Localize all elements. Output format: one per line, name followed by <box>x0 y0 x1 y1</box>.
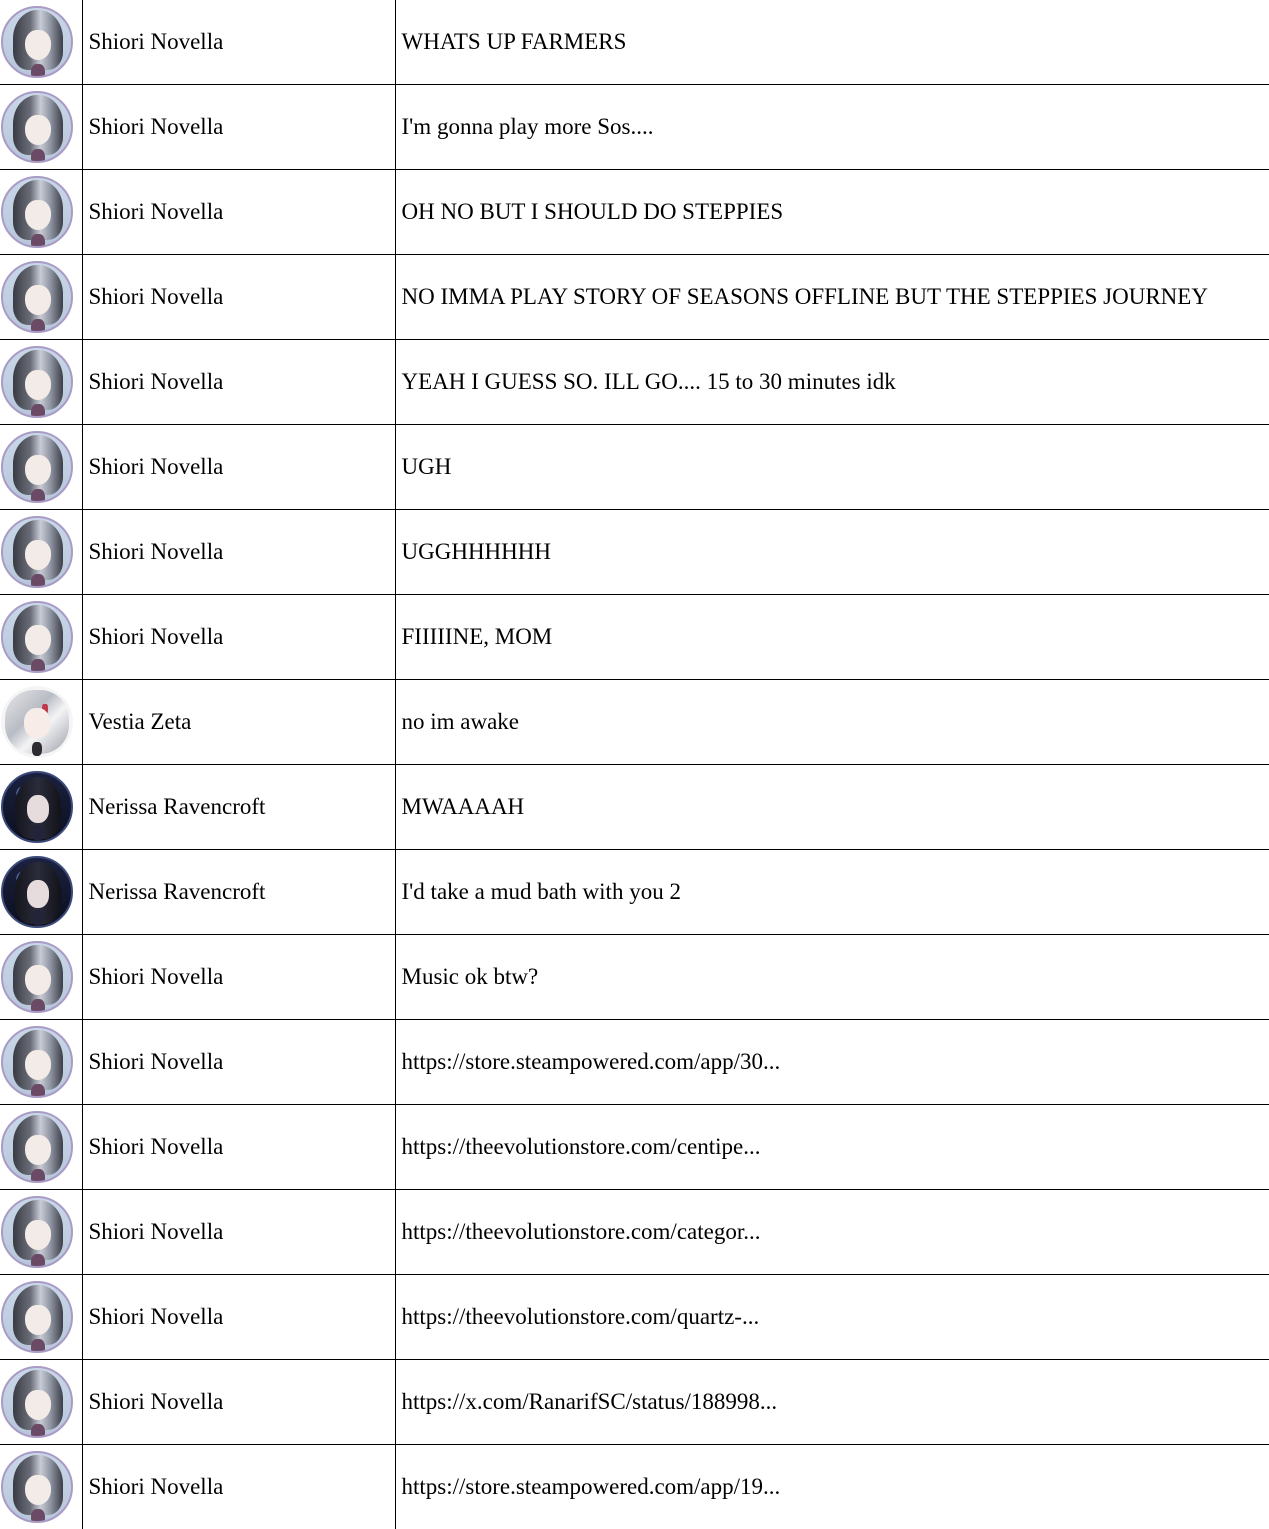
message-text: YEAH I GUESS SO. ILL GO.... 15 to 30 min… <box>394 339 1269 425</box>
avatar-cell <box>0 1189 83 1275</box>
author-name: Nerissa Ravencroft <box>81 764 396 850</box>
message-row: Nerissa Ravencroft I'd take a mud bath w… <box>0 849 1269 935</box>
chat-log-body: Shiori Novella WHATS UP FARMERS Shiori N… <box>0 0 1269 1529</box>
avatar-cell <box>0 764 83 850</box>
message-row: Shiori Novella NO IMMA PLAY STORY OF SEA… <box>0 254 1269 340</box>
avatar-cell <box>0 169 83 255</box>
shiori-avatar <box>1 1026 73 1098</box>
shiori-avatar <box>1 941 73 1013</box>
message-row: Shiori Novella https://theevolutionstore… <box>0 1189 1269 1275</box>
shiori-avatar <box>1 1196 73 1268</box>
message-text: WHATS UP FARMERS <box>394 0 1269 85</box>
avatar-cell <box>0 849 83 935</box>
nerissa-avatar <box>1 856 73 928</box>
message-text: FIIIIINE, MOM <box>394 594 1269 680</box>
avatar-cell <box>0 1444 83 1529</box>
author-name: Shiori Novella <box>81 594 396 680</box>
message-row: Shiori Novella UGGHHHHHH <box>0 509 1269 595</box>
avatar-cell <box>0 1274 83 1360</box>
nerissa-avatar <box>1 771 73 843</box>
author-name: Vestia Zeta <box>81 679 396 765</box>
author-name: Shiori Novella <box>81 169 396 255</box>
message-text: https://theevolutionstore.com/centipe... <box>394 1104 1269 1190</box>
author-name: Shiori Novella <box>81 934 396 1020</box>
avatar-cell <box>0 1104 83 1190</box>
shiori-avatar <box>1 261 73 333</box>
message-row: Shiori Novella https://theevolutionstore… <box>0 1104 1269 1190</box>
author-name: Shiori Novella <box>81 1359 396 1445</box>
author-name: Shiori Novella <box>81 339 396 425</box>
shiori-avatar <box>1 1111 73 1183</box>
message-row: Shiori Novella I'm gonna play more Sos..… <box>0 84 1269 170</box>
author-name: Shiori Novella <box>81 0 396 85</box>
shiori-avatar <box>1 6 73 78</box>
message-row: Nerissa Ravencroft MWAAAAH <box>0 764 1269 850</box>
shiori-avatar <box>1 1366 73 1438</box>
avatar-cell <box>0 254 83 340</box>
message-row: Shiori Novella https://store.steampowere… <box>0 1019 1269 1105</box>
shiori-avatar <box>1 516 73 588</box>
avatar-cell <box>0 339 83 425</box>
message-text: no im awake <box>394 679 1269 765</box>
message-row: Shiori Novella YEAH I GUESS SO. ILL GO..… <box>0 339 1269 425</box>
message-text: Music ok btw? <box>394 934 1269 1020</box>
author-name: Shiori Novella <box>81 1274 396 1360</box>
message-text: https://theevolutionstore.com/quartz-... <box>394 1274 1269 1360</box>
chat-log-table: Shiori Novella WHATS UP FARMERS Shiori N… <box>0 0 1269 1529</box>
author-name: Shiori Novella <box>81 1019 396 1105</box>
avatar-cell <box>0 1359 83 1445</box>
avatar-cell <box>0 0 83 85</box>
avatar-cell <box>0 594 83 680</box>
avatar-cell <box>0 934 83 1020</box>
message-row: Shiori Novella https://theevolutionstore… <box>0 1274 1269 1360</box>
author-name: Shiori Novella <box>81 254 396 340</box>
avatar-cell <box>0 424 83 510</box>
shiori-avatar <box>1 176 73 248</box>
message-text: NO IMMA PLAY STORY OF SEASONS OFFLINE BU… <box>394 254 1269 340</box>
message-text: https://store.steampowered.com/app/19... <box>394 1444 1269 1529</box>
shiori-avatar <box>1 431 73 503</box>
vestia-avatar <box>1 686 73 758</box>
message-text: OH NO BUT I SHOULD DO STEPPIES <box>394 169 1269 255</box>
message-row: Shiori Novella FIIIIINE, MOM <box>0 594 1269 680</box>
shiori-avatar <box>1 91 73 163</box>
shiori-avatar <box>1 601 73 673</box>
message-row: Shiori Novella OH NO BUT I SHOULD DO STE… <box>0 169 1269 255</box>
message-text: https://store.steampowered.com/app/30... <box>394 1019 1269 1105</box>
message-text: MWAAAAH <box>394 764 1269 850</box>
message-row: Vestia Zeta no im awake <box>0 679 1269 765</box>
shiori-avatar <box>1 1281 73 1353</box>
author-name: Shiori Novella <box>81 1104 396 1190</box>
shiori-avatar <box>1 346 73 418</box>
message-text: UGGHHHHHH <box>394 509 1269 595</box>
author-name: Nerissa Ravencroft <box>81 849 396 935</box>
message-text: https://theevolutionstore.com/categor... <box>394 1189 1269 1275</box>
shiori-avatar <box>1 1451 73 1523</box>
author-name: Shiori Novella <box>81 1189 396 1275</box>
avatar-cell <box>0 1019 83 1105</box>
avatar-cell <box>0 679 83 765</box>
message-row: Shiori Novella https://store.steampowere… <box>0 1444 1269 1529</box>
message-row: Shiori Novella https://x.com/RanarifSC/s… <box>0 1359 1269 1445</box>
message-text: https://x.com/RanarifSC/status/188998... <box>394 1359 1269 1445</box>
avatar-cell <box>0 509 83 595</box>
author-name: Shiori Novella <box>81 84 396 170</box>
message-text: I'm gonna play more Sos.... <box>394 84 1269 170</box>
message-row: Shiori Novella UGH <box>0 424 1269 510</box>
message-row: Shiori Novella WHATS UP FARMERS <box>0 0 1269 85</box>
message-row: Shiori Novella Music ok btw? <box>0 934 1269 1020</box>
message-text: I'd take a mud bath with you 2 <box>394 849 1269 935</box>
author-name: Shiori Novella <box>81 1444 396 1529</box>
message-text: UGH <box>394 424 1269 510</box>
author-name: Shiori Novella <box>81 424 396 510</box>
author-name: Shiori Novella <box>81 509 396 595</box>
avatar-cell <box>0 84 83 170</box>
